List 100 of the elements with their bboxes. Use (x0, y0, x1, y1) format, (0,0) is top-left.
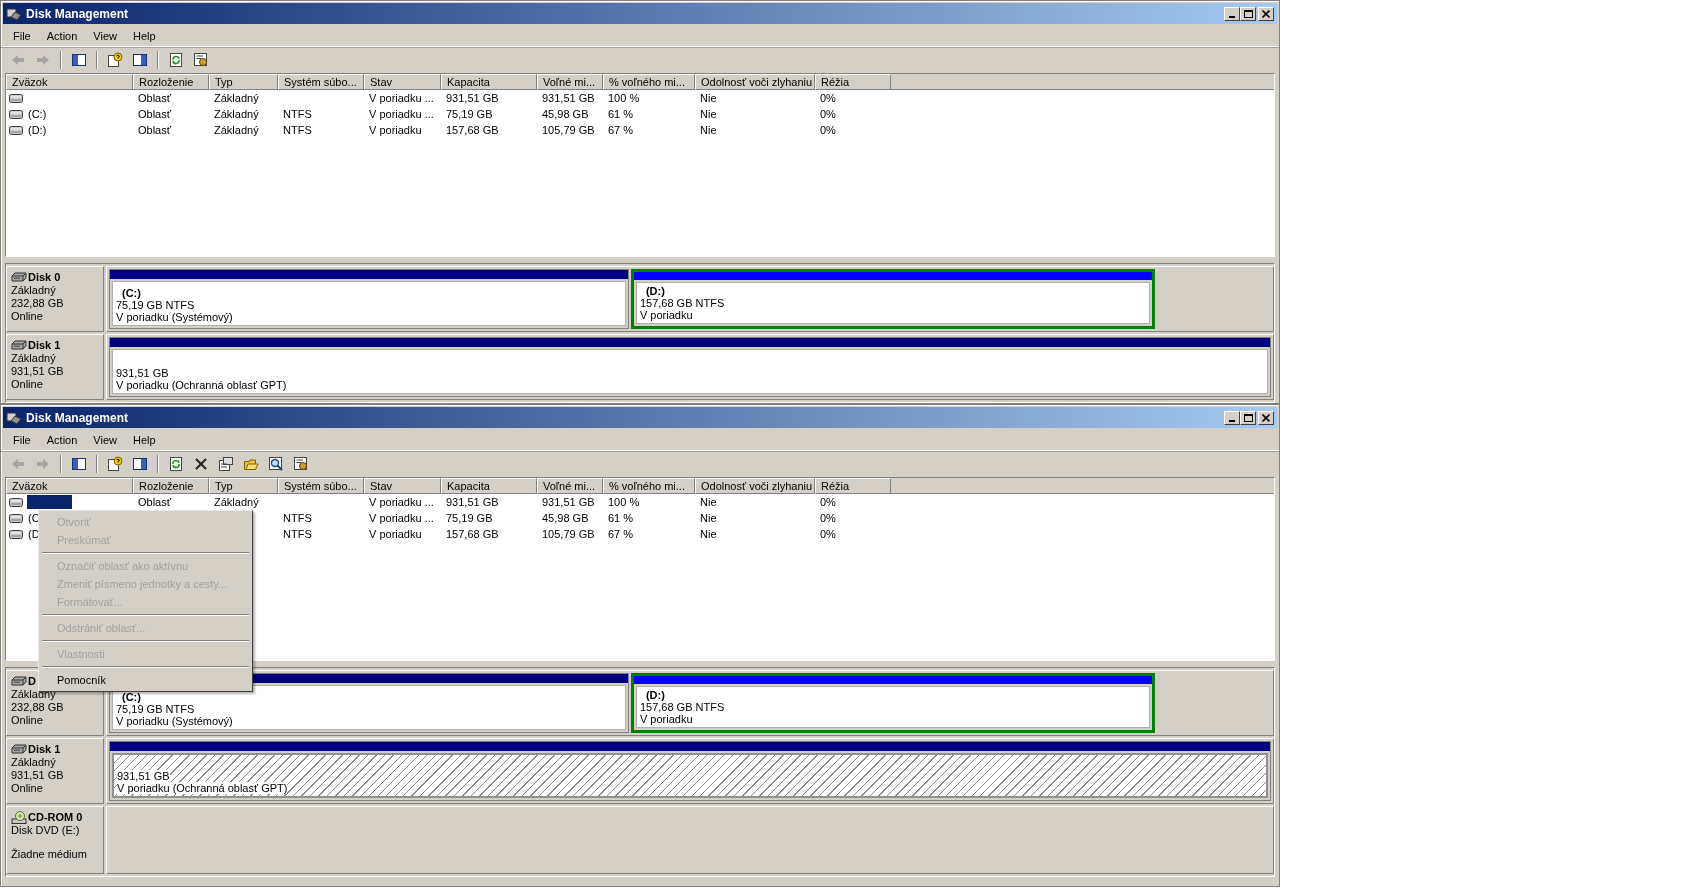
table-cell-text: Oblasť (137, 496, 172, 508)
column-header[interactable]: Réžia (815, 478, 891, 494)
menu-item[interactable]: Action (38, 432, 86, 448)
table-cell-text: V poriadku ... (368, 108, 435, 120)
partition[interactable]: 931,51 GB V poriadku (Ochranná oblasť GPT) (109, 337, 1271, 397)
partition[interactable]: (C:) 75,19 GB NTFS V poriadku (Systémový) (109, 269, 629, 329)
menu-item[interactable]: Action (38, 28, 86, 44)
table-cell-text: 931,51 GB (541, 496, 596, 508)
minimize-icon (1229, 15, 1235, 18)
partition[interactable]: (D:) 157,68 GB NTFS V poriadku (630, 673, 1155, 733)
drive-icon (9, 109, 23, 119)
column-header[interactable]: Rozloženie (133, 478, 209, 494)
table-cell-text: 75,19 GB (445, 108, 494, 120)
disk-info: 931,51 GB (11, 365, 65, 378)
table-cell-text: NTFS (282, 108, 313, 120)
disk-name: CD-ROM 0 (28, 811, 83, 824)
table-cell-text: 0% (819, 496, 837, 508)
minimize-button[interactable] (1224, 410, 1240, 425)
table-cell-text: 45,98 GB (541, 512, 590, 524)
column-header[interactable]: Kapacita (441, 478, 537, 494)
table-cell-text: Základný (213, 124, 260, 136)
maximize-button[interactable] (1240, 410, 1256, 425)
table-cell-text: Nie (699, 528, 718, 540)
window-title: Disk Management (26, 410, 130, 425)
partition-status: V poriadku (639, 309, 693, 321)
app-icon (6, 6, 22, 21)
table-cell-text: Oblasť (137, 92, 172, 104)
table-cell-text: 67 % (607, 528, 635, 540)
table-cell-text: 157,68 GB (445, 528, 500, 540)
table-cell-text: 105,79 GB (541, 124, 596, 136)
column-header[interactable]: Odolnosť voči zlyhaniu (695, 74, 815, 90)
maximize-icon (1243, 413, 1253, 422)
table-cell-text: V poriadku (368, 528, 423, 540)
table-cell-text: NTFS (282, 124, 313, 136)
column-header[interactable]: Zväzok (6, 74, 133, 90)
column-header[interactable]: Systém súbo... (278, 478, 364, 494)
partition[interactable]: (D:) 157,68 GB NTFS V poriadku (630, 269, 1155, 329)
table-cell-text: V poriadku ... (368, 496, 435, 508)
menu-item[interactable]: Help (124, 432, 164, 448)
minimize-button[interactable] (1224, 6, 1240, 21)
close-button[interactable] (1258, 6, 1274, 21)
disk-info: 931,51 GB (11, 769, 65, 782)
menu-item[interactable]: File (5, 28, 39, 44)
column-header[interactable]: Odolnosť voči zlyhaniu (695, 478, 815, 494)
close-icon (1262, 9, 1270, 18)
partition-size: 75,19 GB NTFS (116, 703, 195, 715)
disk-name: Disk 1 (28, 743, 61, 756)
table-cell-text: 0% (819, 108, 837, 120)
disk-info: 232,88 GB (11, 297, 65, 310)
drive-icon (9, 125, 23, 135)
column-header[interactable]: % voľného mi... (603, 478, 695, 494)
column-header[interactable]: Stav (364, 478, 441, 494)
hard-disk-icon (11, 744, 27, 755)
table-cell-text: 931,51 GB (541, 92, 596, 104)
column-header[interactable]: Stav (364, 74, 441, 90)
table-cell-text: 0% (819, 124, 837, 136)
menu-item[interactable]: Help (124, 28, 164, 44)
column-header[interactable]: Réžia (815, 74, 891, 90)
partition[interactable]: 931,51 GB V poriadku (Ochranná oblasť GPT) (109, 741, 1271, 801)
column-header[interactable]: Zväzok (6, 478, 133, 494)
column-header[interactable]: Systém súbo... (278, 74, 364, 90)
partition-size: 931,51 GB (117, 770, 170, 782)
maximize-button[interactable] (1240, 6, 1256, 21)
table-cell-text: Nie (699, 124, 718, 136)
disk-status: Žiadne médium (11, 848, 88, 861)
disk-status: Online (11, 782, 44, 795)
table-cell-text: 0% (819, 92, 837, 104)
column-header[interactable]: Voľné mi... (537, 478, 603, 494)
table-cell-text: Základný (213, 92, 260, 104)
partition[interactable]: (C:) 75,19 GB NTFS V poriadku (Systémový) (109, 673, 629, 733)
disk-info: Základný (11, 284, 57, 297)
disk-info: 232,88 GB (11, 701, 65, 714)
column-header[interactable]: Rozloženie (133, 74, 209, 90)
column-header[interactable]: Voľné mi... (537, 74, 603, 90)
table-cell-text: Nie (699, 108, 718, 120)
disk-info: Základný (11, 688, 57, 701)
hard-disk-icon (11, 340, 27, 351)
menu-item[interactable]: View (85, 432, 125, 448)
volume-name[interactable]: (D:) (27, 124, 48, 136)
menu-item[interactable]: View (85, 28, 125, 44)
disk-status: Online (11, 310, 44, 323)
table-cell-text: Základný (213, 108, 260, 120)
close-button[interactable] (1258, 410, 1274, 425)
menu-item[interactable]: File (5, 432, 39, 448)
disk-status: Online (11, 378, 44, 391)
column-header[interactable]: Kapacita (441, 74, 537, 90)
column-header[interactable]: % voľného mi... (603, 74, 695, 90)
drive-icon (9, 529, 23, 539)
column-header[interactable]: Typ (209, 74, 278, 90)
partition-status: V poriadku (Ochranná oblasť GPT) (116, 379, 287, 391)
disk-info: Základný (11, 352, 57, 365)
table-cell-text: 75,19 GB (445, 512, 494, 524)
table-cell-text: 931,51 GB (445, 92, 500, 104)
column-header[interactable]: Typ (209, 478, 278, 494)
table-cell-text: 0% (819, 512, 837, 524)
volume-name[interactable]: (C:) (27, 108, 48, 120)
app-icon (6, 410, 22, 425)
table-cell-text: 100 % (607, 496, 641, 508)
disk-info: Disk DVD (E:) (11, 824, 81, 837)
drive-icon (9, 513, 23, 523)
